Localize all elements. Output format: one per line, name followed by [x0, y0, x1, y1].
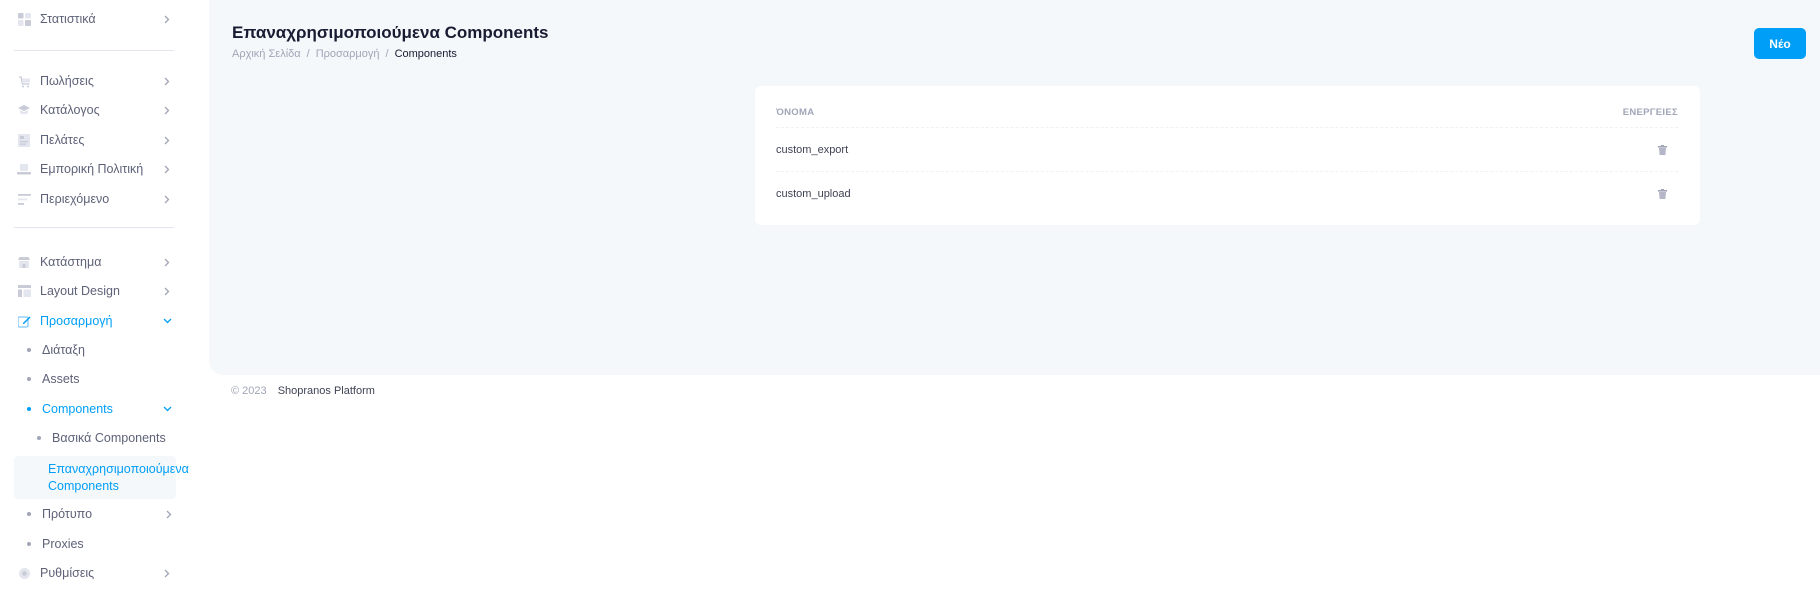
sidebar-subitem-template[interactable]: Πρότυπο [27, 505, 178, 523]
sidebar-subitem-proxies[interactable]: Proxies [27, 535, 84, 553]
chevron-right-icon [162, 286, 172, 296]
sidebar-item-settings[interactable]: Ρυθμίσεις [14, 559, 178, 587]
chevron-down-icon [163, 406, 172, 412]
column-header-name[interactable]: ΌΝΟΜΑ [776, 107, 814, 118]
sidebar-subitem-label: Components [42, 402, 113, 416]
sidebar-subitem-basic-components[interactable]: Βασικά Components [37, 429, 166, 447]
bullet-icon [27, 348, 31, 352]
sidebar-item-sales[interactable]: Πωλήσεις [14, 67, 178, 95]
content-icon [17, 192, 31, 206]
sidebar-item-label: Εμπορική Πολιτική [40, 162, 144, 176]
sidebar-item-customers[interactable]: Πελάτες [14, 126, 178, 154]
sidebar-item-label: Πελάτες [40, 133, 85, 147]
sidebar-divider [14, 50, 174, 51]
sidebar-subitem-label: Διάταξη [42, 343, 85, 357]
sidebar-item-label: Ρυθμίσεις [40, 566, 95, 580]
store-icon [17, 255, 31, 269]
sidebar-subitem-label: Πρότυπο [42, 507, 93, 521]
label-line-2: Components [48, 478, 119, 493]
sidebar-subitem-assets[interactable]: Assets [27, 370, 80, 388]
sidebar-divider [14, 227, 174, 228]
bullet-icon [27, 512, 31, 516]
sidebar-item-catalog[interactable]: Κατάλογος [14, 96, 178, 124]
copyright-year: © 2023 [231, 385, 267, 397]
chevron-down-icon [162, 316, 172, 326]
customers-icon [17, 133, 31, 147]
sidebar-subitem-label: Βασικά Components [52, 431, 166, 445]
sidebar: Στατιστικά Πωλήσεις Κατάλογος Πελάτες Εμ… [0, 0, 208, 600]
sidebar-subitem-reusable-components[interactable]: Επαναχρησιμοποιούμενα Components [14, 456, 189, 499]
chevron-right-icon [162, 135, 172, 145]
breadcrumb-home[interactable]: Αρχική Σελίδα [232, 48, 301, 60]
sidebar-item-statistics[interactable]: Στατιστικά [14, 5, 178, 33]
bullet-icon [27, 542, 31, 546]
sidebar-item-commercial-policy[interactable]: Εμπορική Πολιτική [14, 155, 178, 183]
chevron-right-icon [162, 76, 172, 86]
chevron-right-icon [162, 194, 172, 204]
sidebar-item-content[interactable]: Περιεχόμενο [14, 185, 178, 213]
breadcrumb-separator: / [306, 48, 310, 60]
breadcrumb-separator: / [385, 48, 389, 60]
sidebar-item-store[interactable]: Κατάστημα [14, 248, 178, 276]
sidebar-item-label: Layout Design [40, 284, 120, 298]
catalog-icon [17, 103, 31, 117]
breadcrumb: Αρχική Σελίδα / Προσαρμογή / Components [232, 48, 457, 60]
sidebar-item-layout-design[interactable]: Layout Design [14, 277, 178, 305]
main-content: Επαναχρησιμοποιούμενα Components Αρχική … [209, 0, 1820, 375]
chart-icon [17, 12, 31, 26]
edit-icon [17, 314, 31, 328]
trash-icon[interactable] [1655, 187, 1669, 201]
label-line-1: Επαναχρησιμοποιούμενα [48, 461, 189, 476]
chevron-right-icon [162, 14, 172, 24]
column-header-actions: ΕΝΕΡΓΕΙΕΣ [1622, 107, 1678, 118]
page-title: Επαναχρησιμοποιούμενα Components [232, 23, 549, 42]
sidebar-subitem-label: Επαναχρησιμοποιούμενα Components [48, 461, 189, 495]
footer-brand-link[interactable]: Shopranos Platform [278, 385, 375, 397]
sidebar-item-label: Πωλήσεις [40, 74, 94, 88]
chevron-right-icon [162, 568, 172, 578]
sidebar-item-customization[interactable]: Προσαρμογή [14, 307, 178, 335]
chevron-right-icon [162, 105, 172, 115]
sidebar-item-label: Κατάστημα [40, 255, 102, 269]
sidebar-item-label: Κατάλογος [40, 103, 100, 117]
sidebar-subitem-label: Proxies [42, 537, 84, 551]
breadcrumb-customization[interactable]: Προσαρμογή [316, 48, 380, 60]
components-table-card: ΌΝΟΜΑ ΕΝΕΡΓΕΙΕΣ custom_export custom_upl… [755, 86, 1700, 225]
table-header: ΌΝΟΜΑ ΕΝΕΡΓΕΙΕΣ [776, 98, 1678, 128]
component-name[interactable]: custom_upload [776, 188, 851, 200]
sidebar-subitem-layout[interactable]: Διάταξη [27, 341, 85, 359]
sidebar-item-label: Προσαρμογή [40, 314, 113, 328]
table-row: custom_upload [776, 172, 1678, 215]
sidebar-item-label: Στατιστικά [40, 12, 96, 26]
chevron-right-icon [162, 164, 172, 174]
chevron-right-icon [162, 257, 172, 267]
policy-icon [17, 162, 31, 176]
sidebar-subitem-components[interactable]: Components [27, 400, 178, 418]
new-button[interactable]: Νέο [1754, 28, 1806, 59]
trash-icon[interactable] [1655, 143, 1669, 157]
bullet-icon [27, 377, 31, 381]
footer: © 2023 Shopranos Platform [231, 385, 375, 397]
breadcrumb-current: Components [394, 48, 457, 60]
sidebar-subitem-label: Assets [42, 372, 80, 386]
chevron-right-icon [166, 510, 172, 519]
table-row: custom_export [776, 129, 1678, 172]
gear-icon [17, 566, 31, 580]
bullet-icon [37, 436, 41, 440]
bullet-icon [27, 407, 31, 411]
sidebar-item-label: Περιεχόμενο [40, 192, 110, 206]
component-name[interactable]: custom_export [776, 144, 848, 156]
cart-icon [17, 74, 31, 88]
layout-icon [17, 284, 31, 298]
